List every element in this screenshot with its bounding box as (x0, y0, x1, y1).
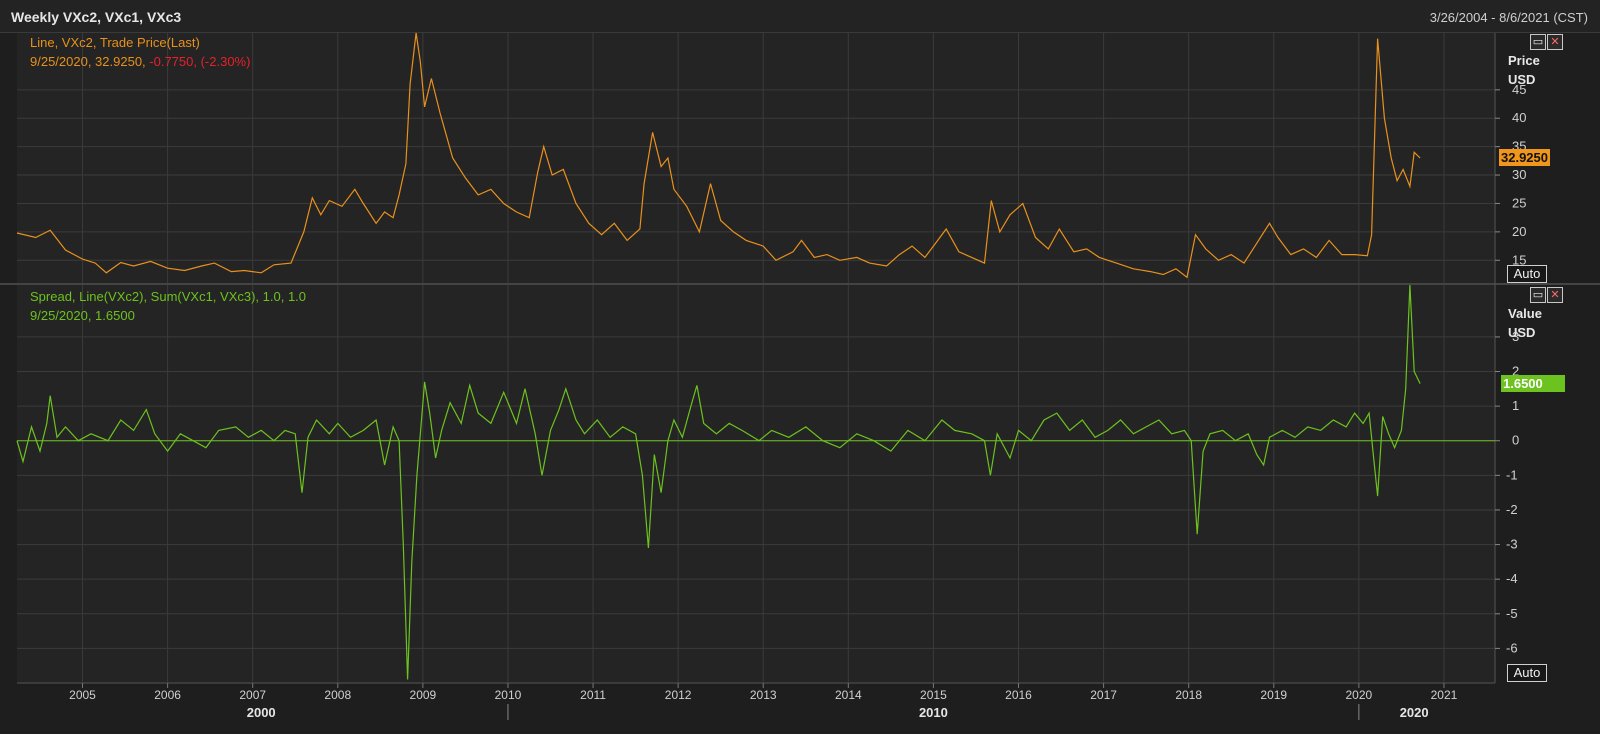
top-y-tick-label: 25 (1512, 195, 1526, 210)
x-tick-label: 2007 (239, 688, 266, 702)
bottom-axis-title: Value USD (1508, 304, 1542, 342)
x-tick-label: 2011 (580, 688, 606, 702)
bottom-y-tick-label: -1 (1506, 467, 1518, 482)
bottom-last-value-tag: 1.6500 (1501, 374, 1565, 392)
bottom-axis-title-text: Value (1508, 306, 1542, 321)
x-tick-label: 2019 (1260, 688, 1287, 702)
maximize-icon[interactable]: ▭ (1530, 34, 1546, 50)
top-legend-series: Line, VXc2, Trade Price(Last) (30, 35, 200, 50)
top-axis-title: Price USD (1508, 51, 1540, 89)
x-tick-label: 2010 (495, 688, 522, 702)
top-last-value-tag: 32.9250 (1499, 149, 1550, 167)
y-tick-layer: 15202530354045-6-5-4-3-2-10123 (1495, 82, 1526, 655)
bottom-y-tick-label: -4 (1506, 571, 1518, 586)
chart-canvas: 15202530354045-6-5-4-3-2-10123 2005 2006 2… (0, 32, 1600, 720)
bottom-y-tick-label: 1 (1512, 398, 1519, 413)
bottom-y-tick-label: -6 (1506, 640, 1518, 655)
x-tick-label: 2015 (920, 688, 947, 702)
top-legend: Line, VXc2, Trade Price(Last) 9/25/2020,… (30, 33, 250, 71)
bottom-y-tick-label: -2 (1506, 502, 1518, 517)
x-tick-label: 2020 (1346, 688, 1373, 702)
bottom-y-tick-label: -5 (1506, 606, 1518, 621)
bottom-legend: Spread, Line(VXc2), Sum(VXc1, VXc3), 1.0… (30, 287, 306, 325)
top-legend-change: -0.7750, (-2.30%) (145, 54, 251, 69)
close-icon[interactable]: ✕ (1547, 34, 1563, 50)
x-tick-label: 2021 (1431, 688, 1458, 702)
bottom-legend-values: 9/25/2020, 1.6500 (30, 308, 135, 323)
x-tick-label: 2018 (1175, 688, 1202, 702)
x-tick-label: 2009 (410, 688, 437, 702)
bottom-legend-series: Spread, Line(VXc2), Sum(VXc1, VXc3), 1.0… (30, 289, 307, 304)
top-y-tick-label: 40 (1512, 110, 1526, 125)
x-tick-label: 2012 (665, 688, 692, 702)
top-legend-values: 9/25/2020, 32.9250, -0.7750, (-2.30%) (30, 52, 250, 71)
bottom-y-tick-label: 0 (1512, 433, 1519, 448)
x-tick-label: 2017 (1090, 688, 1117, 702)
x-decade-label: 2010 (919, 705, 948, 720)
x-tick-layer: 2005 2006 2007 2008 2009 2010 2011 2012 2013 2014… (69, 683, 1458, 720)
x-decade-label: 2020 (1400, 705, 1429, 720)
x-tick-label: 2014 (835, 688, 862, 702)
bottom-auto-scale-button[interactable]: Auto (1507, 664, 1547, 682)
top-legend-date-value: 9/25/2020, 32.9250, (30, 54, 146, 69)
top-auto-scale-button[interactable]: Auto (1507, 265, 1547, 283)
x-tick-label: 2013 (750, 688, 777, 702)
x-tick-label: 2006 (154, 688, 181, 702)
close-icon[interactable]: ✕ (1547, 287, 1563, 303)
top-y-tick-label: 30 (1512, 167, 1526, 182)
maximize-icon[interactable]: ▭ (1530, 287, 1546, 303)
x-decade-label: 2000 (247, 705, 276, 720)
x-tick-label: 2008 (324, 688, 351, 702)
x-tick-label: 2005 (69, 688, 96, 702)
top-y-tick-label: 20 (1512, 224, 1526, 239)
x-tick-label: 2016 (1005, 688, 1032, 702)
top-axis-unit-text: USD (1508, 72, 1536, 87)
bottom-axis-unit-text: USD (1508, 325, 1536, 340)
bottom-y-tick-label: -3 (1506, 537, 1518, 552)
top-axis-title-text: Price (1508, 53, 1540, 68)
